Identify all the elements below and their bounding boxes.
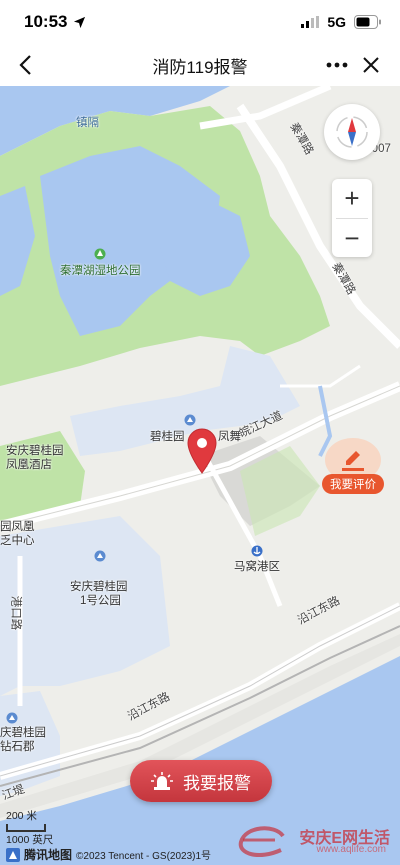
park-pin-icon-2 [94,550,106,562]
map-label-hotel-2: 凤凰酒店 [6,459,52,471]
map-attribution: 腾讯地图 ©2023 Tencent - GS(2023)1号 [6,846,211,863]
map-label-qintanhu-park: 秦潭湖湿地公园 [60,265,141,277]
building-pin-icon [184,414,196,426]
map-label-zuanshi-1: 庆碧桂园 [0,727,46,739]
watermark-url: www.aqlife.com [316,844,386,855]
siren-icon [151,772,173,790]
residence-pin-icon [6,712,18,724]
map-label-hotel-1: 安庆碧桂园 [6,445,64,457]
scale-meters: 200 米 [6,810,37,822]
scale-bar: 200 米 1000 英尺 [6,808,53,847]
map-view[interactable]: 镇隔 秦潭路 秦潭路 Y007 秦潭湖湿地公园 皖江大道 碧桂园 凤舞 安庆碧桂… [0,86,400,865]
compass-icon [336,116,368,148]
more-dots-icon [326,62,348,68]
status-bar: 10:53 5G [0,0,400,44]
map-label-gangkou: 港口路 [9,595,22,631]
compass-button[interactable] [324,104,380,160]
tencent-map-logo-icon [6,847,20,862]
map-label-park-2: 1号公园 [80,595,121,607]
signal-icon [301,16,320,28]
chevron-left-icon [19,55,31,75]
attribution-text: ©2023 Tencent - GS(2023)1号 [76,851,212,862]
time-text: 10:53 [24,12,68,31]
review-label: 我要评价 [322,474,384,494]
map-label-fengwu: 凤舞 [218,431,241,443]
park-pin-icon [94,248,106,260]
more-button[interactable] [322,50,352,80]
zoom-control: + − [332,179,372,257]
alarm-label: 我要报警 [183,773,251,793]
map-label-zhongxin: 乏中心 [0,535,35,547]
map-label-mawo: 马窝港区 [234,561,280,573]
attribution-logo: 腾讯地图 [24,848,73,862]
zoom-in-button[interactable]: + [332,179,372,218]
location-arrow-icon [74,16,86,28]
back-button[interactable] [10,50,40,80]
status-right: 5G [301,14,382,30]
map-label-yuanfenghuang: 园凤凰 [0,521,35,533]
zoom-out-button[interactable]: − [332,219,372,258]
watermark: 安庆E网生活 www.aqlife.com [231,822,396,862]
review-button[interactable]: 我要评价 [322,438,384,494]
page-title: 消防119报警 [152,57,248,77]
status-time: 10:53 [24,12,86,32]
map-label-park-1: 安庆碧桂园 [70,581,128,593]
watermark-e-logo [238,826,285,858]
port-anchor-icon [251,545,263,557]
map-label-biguiyuan: 碧桂园 [150,431,185,443]
close-icon [363,57,379,73]
alarm-button[interactable]: 我要报警 [130,760,272,802]
location-marker-icon[interactable] [186,428,218,474]
pencil-icon [342,451,364,471]
network-text: 5G [327,14,346,30]
scale-line [6,824,46,832]
nav-bar: 消防119报警 [0,44,400,86]
scale-feet: 1000 英尺 [6,834,54,846]
battery-icon [354,15,381,29]
close-button[interactable] [356,50,386,80]
map-label-zhenxu: 镇隔 [76,117,99,129]
map-label-zuanshi-2: 钻石郡 [0,741,35,753]
